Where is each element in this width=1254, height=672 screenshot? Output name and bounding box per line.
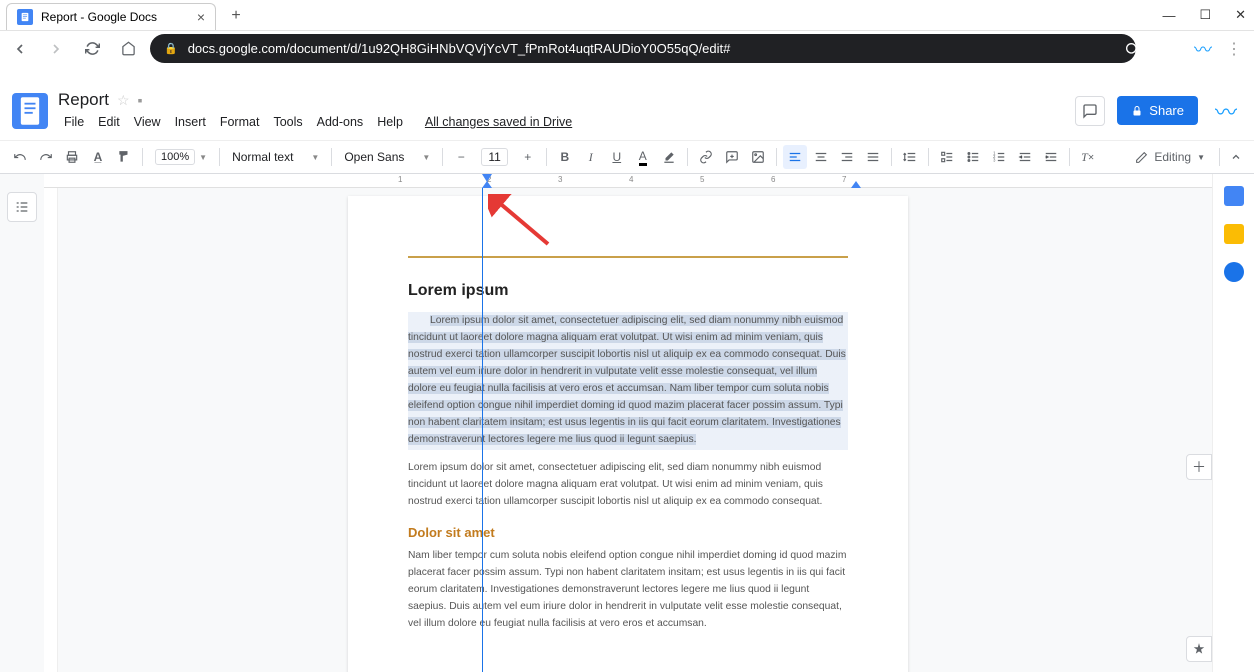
svg-text:3: 3 — [993, 158, 996, 163]
text-color-button[interactable]: A — [631, 145, 655, 169]
collapse-toolbar-button[interactable] — [1226, 151, 1246, 163]
right-indent-marker[interactable] — [851, 181, 861, 188]
paragraph[interactable]: Nam liber tempor cum soluta nobis eleife… — [408, 548, 848, 633]
document-scroll[interactable]: 0.81 1 2 3 4 5 6 7 Lorem ipsum Lorem ips… — [44, 174, 1212, 672]
menu-insert[interactable]: Insert — [169, 113, 212, 131]
horizontal-ruler[interactable]: 0.81 1 2 3 4 5 6 7 — [44, 174, 1212, 188]
decrease-indent-button[interactable] — [1013, 145, 1037, 169]
maximize-button[interactable]: ☐ — [1199, 7, 1211, 23]
close-window-button[interactable]: ✕ — [1235, 7, 1246, 23]
font-size-increase[interactable]: + — [516, 145, 540, 169]
forward-button[interactable] — [42, 35, 70, 63]
docs-header: Report ☆ ▪ File Edit View Insert Format … — [0, 82, 1254, 140]
keep-addon-icon[interactable] — [1224, 224, 1244, 244]
docs-logo-icon[interactable] — [12, 93, 48, 129]
extension-icon[interactable]: 〰 — [1194, 36, 1212, 62]
calendar-addon-icon[interactable] — [1224, 186, 1244, 206]
insert-link-button[interactable] — [694, 145, 718, 169]
profile-avatar[interactable]: 〰 — [1210, 95, 1242, 127]
new-tab-button[interactable]: + — [222, 2, 250, 30]
menu-edit[interactable]: Edit — [92, 113, 126, 131]
highlight-button[interactable] — [657, 145, 681, 169]
paragraph[interactable]: Lorem ipsum dolor sit amet, consectetuer… — [408, 460, 848, 511]
numbered-list-button[interactable]: 123 — [987, 145, 1011, 169]
menu-tools[interactable]: Tools — [267, 113, 308, 131]
minimize-button[interactable]: — — [1162, 8, 1175, 23]
tab-title: Report - Google Docs — [41, 10, 157, 24]
browser-chrome: Report - Google Docs × + — ☐ ✕ 🔒 docs.go… — [0, 0, 1254, 82]
underline-button[interactable]: U — [605, 145, 629, 169]
star-icon[interactable]: ☆ — [117, 92, 130, 109]
line-spacing-button[interactable] — [898, 145, 922, 169]
style-select[interactable]: Normal text▼ — [226, 150, 325, 164]
paragraph-selected[interactable]: Lorem ipsum dolor sit amet, consectetuer… — [408, 312, 848, 450]
menu-format[interactable]: Format — [214, 113, 266, 131]
bullet-list-button[interactable] — [961, 145, 985, 169]
tab-close-button[interactable]: × — [197, 9, 205, 25]
comments-button[interactable] — [1075, 96, 1105, 126]
save-status[interactable]: All changes saved in Drive — [419, 113, 578, 131]
heading-2[interactable]: Dolor sit amet — [408, 525, 848, 540]
back-button[interactable] — [6, 35, 34, 63]
side-panel — [1212, 174, 1254, 672]
tasks-addon-icon[interactable] — [1224, 262, 1244, 282]
italic-button[interactable]: I — [579, 145, 603, 169]
menu-bar: File Edit View Insert Format Tools Add-o… — [58, 113, 1065, 131]
vertical-ruler[interactable] — [44, 188, 58, 672]
browser-tab[interactable]: Report - Google Docs × — [6, 3, 216, 30]
insert-comment-button[interactable] — [720, 145, 744, 169]
spellcheck-button[interactable]: A̲ — [86, 145, 110, 169]
document-title[interactable]: Report — [58, 90, 109, 110]
lock-icon — [1131, 105, 1143, 117]
paint-format-button[interactable] — [112, 145, 136, 169]
zoom-select[interactable]: 100%▼ — [149, 149, 213, 165]
url-text: docs.google.com/document/d/1u92QH8GiHNbV… — [188, 41, 731, 56]
checklist-button[interactable] — [935, 145, 959, 169]
align-right-button[interactable] — [835, 145, 859, 169]
window-controls: — ☐ ✕ — [1162, 0, 1254, 30]
left-indent-marker[interactable] — [482, 181, 492, 188]
search-icon[interactable] — [1124, 41, 1140, 57]
align-justify-button[interactable] — [861, 145, 885, 169]
undo-button[interactable] — [8, 145, 32, 169]
home-button[interactable] — [114, 35, 142, 63]
menu-addons[interactable]: Add-ons — [311, 113, 370, 131]
increase-indent-button[interactable] — [1039, 145, 1063, 169]
address-bar-row: 🔒 docs.google.com/document/d/1u92QH8GiHN… — [0, 30, 1254, 66]
document-container: 0.81 1 2 3 4 5 6 7 Lorem ipsum Lorem ips… — [0, 174, 1254, 672]
tab-bar: Report - Google Docs × + — ☐ ✕ — [0, 0, 1254, 30]
editing-mode-button[interactable]: Editing ▼ — [1127, 147, 1213, 167]
redo-button[interactable] — [34, 145, 58, 169]
docs-favicon-icon — [17, 9, 33, 25]
menu-help[interactable]: Help — [371, 113, 409, 131]
align-left-button[interactable] — [783, 145, 807, 169]
add-comment-side-button[interactable]: ＋ — [1186, 454, 1212, 480]
align-center-button[interactable] — [809, 145, 833, 169]
menu-file[interactable]: File — [58, 113, 90, 131]
outline-button[interactable] — [7, 192, 37, 222]
heading-1[interactable]: Lorem ipsum — [408, 282, 848, 300]
share-button[interactable]: Share — [1117, 96, 1198, 125]
share-label: Share — [1149, 103, 1184, 118]
left-rail — [0, 174, 44, 672]
address-bar[interactable]: 🔒 docs.google.com/document/d/1u92QH8GiHN… — [150, 34, 1136, 63]
font-select[interactable]: Open Sans▼ — [338, 150, 436, 164]
toolbar: A̲ 100%▼ Normal text▼ Open Sans▼ − 11 + … — [0, 140, 1254, 174]
lock-icon: 🔒 — [164, 42, 178, 55]
font-size-select[interactable]: 11 — [475, 148, 513, 166]
pencil-icon — [1135, 151, 1148, 164]
font-size-decrease[interactable]: − — [449, 145, 473, 169]
bookmark-star-icon[interactable]: ☆ — [1158, 39, 1172, 59]
move-folder-icon[interactable]: ▪ — [138, 92, 143, 108]
print-button[interactable] — [60, 145, 84, 169]
explore-button[interactable] — [1186, 636, 1212, 662]
bold-button[interactable]: B — [553, 145, 577, 169]
insert-image-button[interactable] — [746, 145, 770, 169]
browser-menu-button[interactable]: ⋮ — [1226, 39, 1242, 59]
clear-formatting-button[interactable]: T✕ — [1076, 145, 1100, 169]
reload-button[interactable] — [78, 35, 106, 63]
document-page[interactable]: Lorem ipsum Lorem ipsum dolor sit amet, … — [348, 196, 908, 672]
menu-view[interactable]: View — [128, 113, 167, 131]
